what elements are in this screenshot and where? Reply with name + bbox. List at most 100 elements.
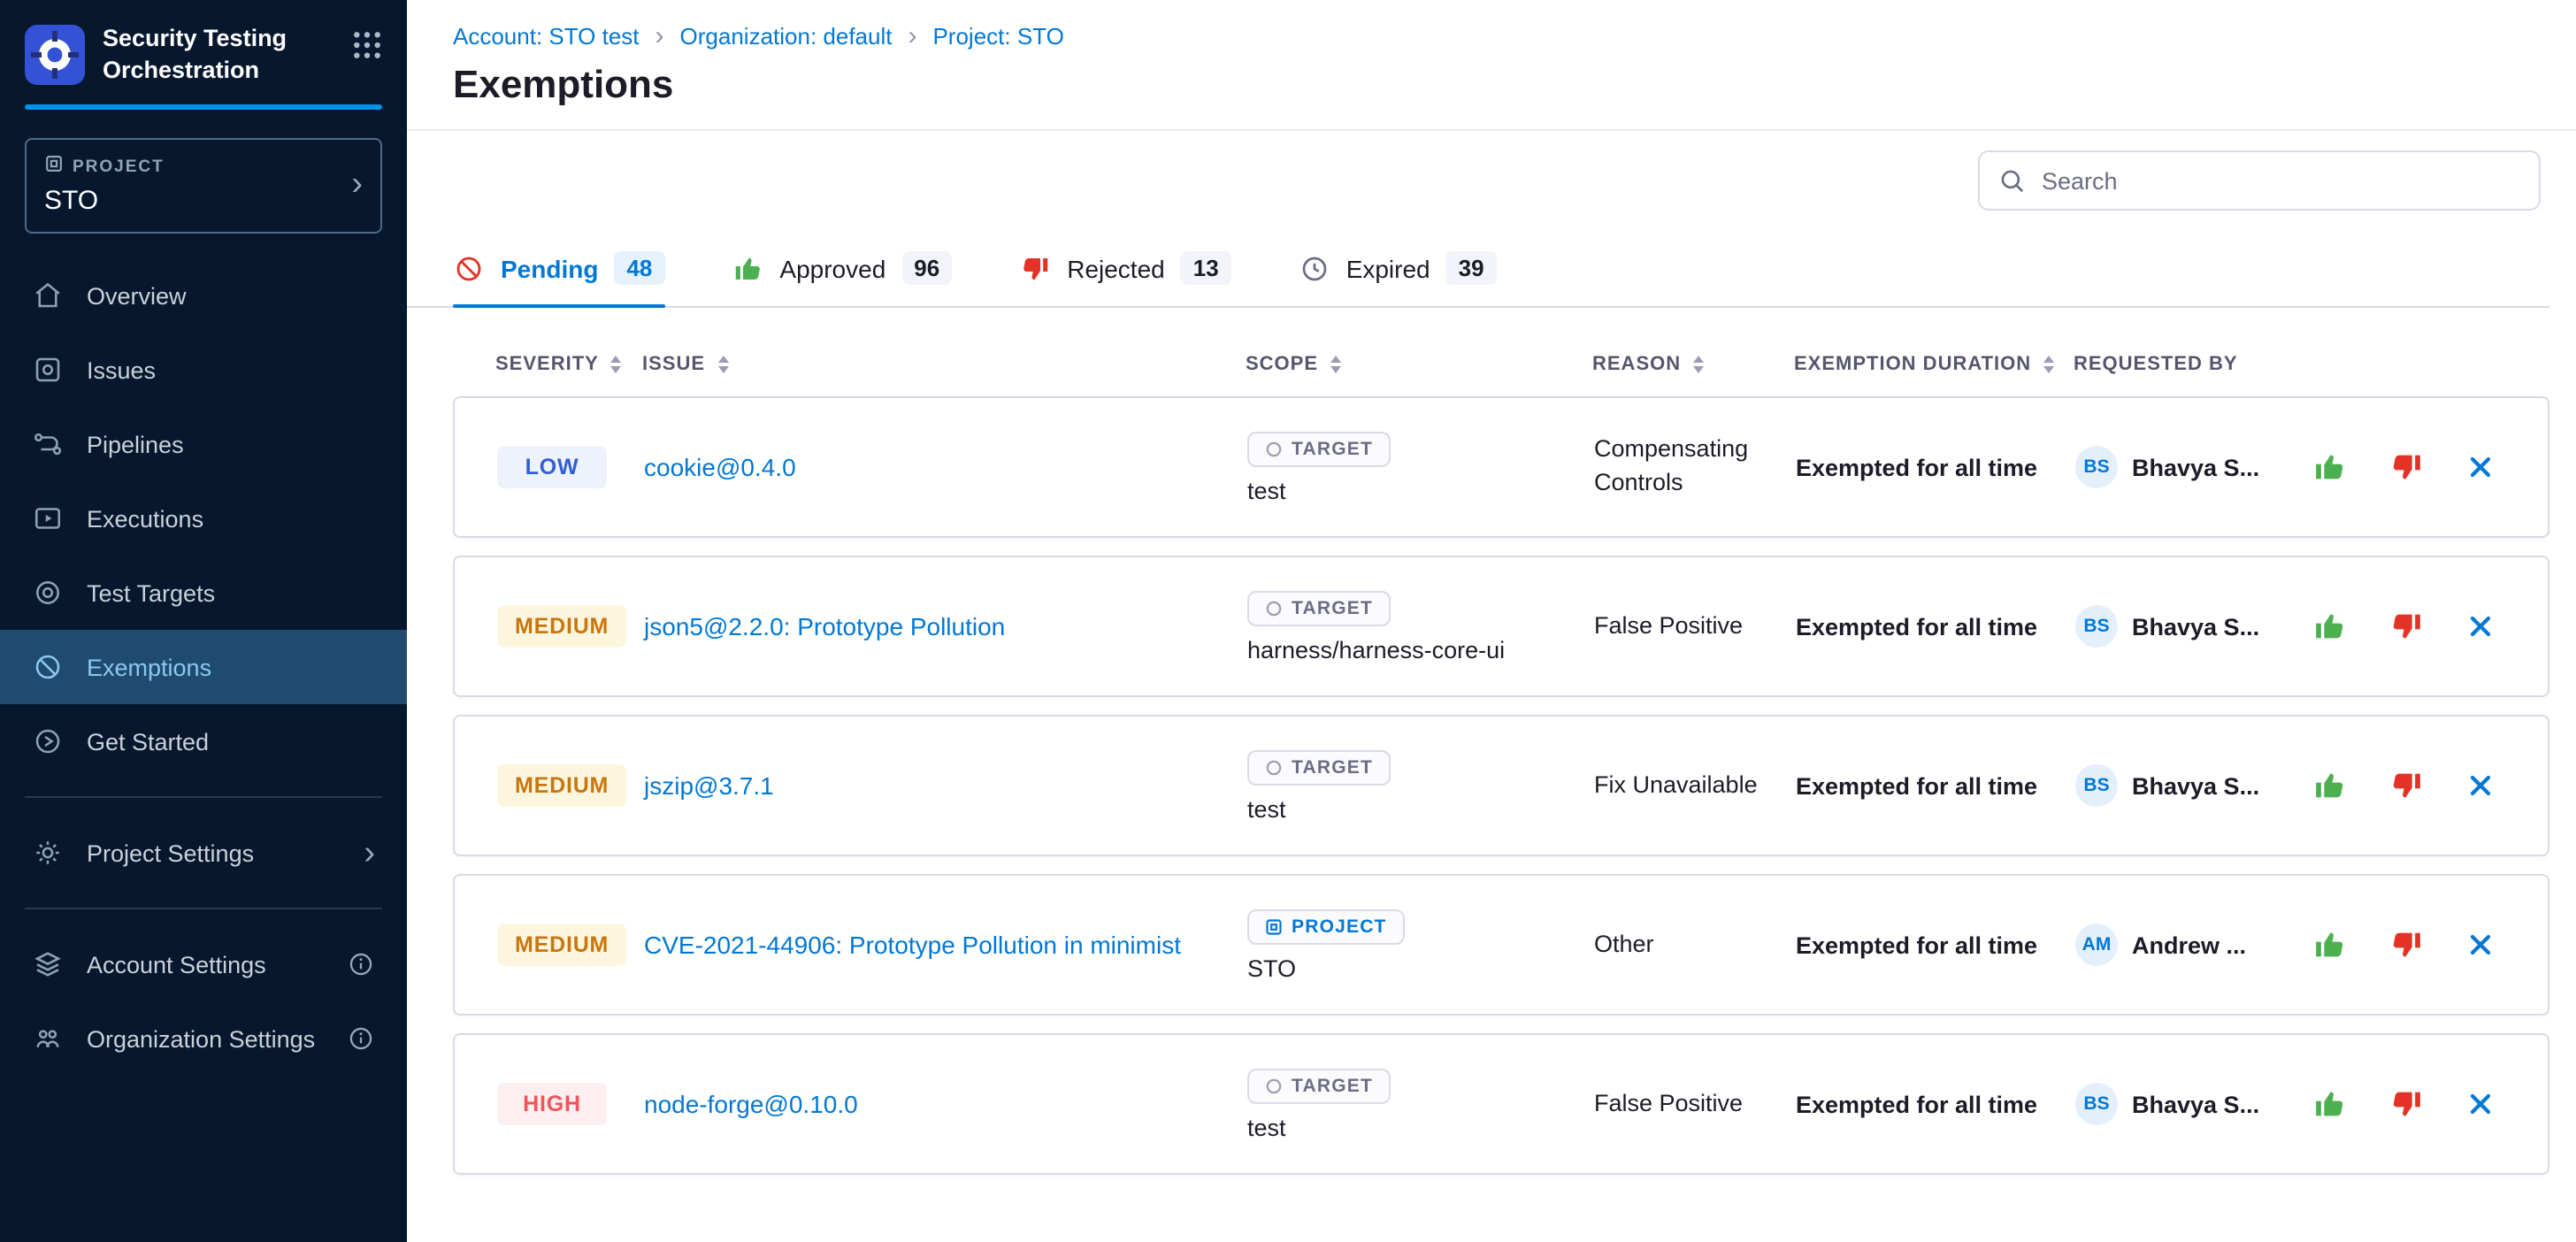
- module-accent-bar: [25, 104, 382, 110]
- tab-expired[interactable]: Expired 39: [1299, 230, 1497, 306]
- requester-name: Andrew ...: [2132, 932, 2246, 958]
- search-box[interactable]: [1978, 150, 2541, 211]
- project-label: PROJECT: [44, 154, 363, 179]
- module-grid-icon[interactable]: [352, 30, 382, 60]
- tab-approved[interactable]: Approved 96: [732, 230, 952, 306]
- tab-pending[interactable]: Pending 48: [453, 230, 664, 306]
- column-header-exemption-duration: EXEMPTION DURATION: [1794, 354, 2074, 375]
- scope-pill-project: PROJECT: [1247, 908, 1405, 944]
- sort-toggle[interactable]: [2043, 356, 2054, 374]
- project-tag-icon: [44, 154, 64, 179]
- close-icon[interactable]: [2465, 1088, 2496, 1120]
- breadcrumb-organization-link[interactable]: Organization: default: [680, 23, 893, 50]
- clock-icon: [1299, 252, 1330, 284]
- approve-button[interactable]: [2312, 449, 2348, 485]
- exemption-duration: Exempted for all time: [1796, 772, 2075, 799]
- issue-link[interactable]: node-forge@0.10.0: [644, 1086, 883, 1123]
- tab-rejected[interactable]: Rejected 13: [1019, 230, 1230, 306]
- thumbs-down-icon: [1019, 252, 1051, 284]
- column-header-reason: REASON: [1592, 354, 1794, 375]
- requested-by: BS Bhavya S...: [2075, 446, 2309, 488]
- approve-button[interactable]: [2312, 1086, 2348, 1122]
- requester-name: Bhavya S...: [2132, 454, 2259, 480]
- severity-badge: MEDIUM: [497, 764, 626, 807]
- scope-value: STO: [1247, 954, 1296, 981]
- approve-button[interactable]: [2312, 609, 2348, 644]
- sidebar-item-pipelines[interactable]: Pipelines: [0, 407, 407, 481]
- avatar: BS: [2075, 1083, 2118, 1125]
- close-icon[interactable]: [2465, 770, 2496, 801]
- reason: False Positive: [1594, 1087, 1796, 1121]
- chevron-right-icon: ›: [656, 23, 664, 50]
- tab-count: 48: [614, 251, 664, 285]
- sort-toggle[interactable]: [1330, 356, 1341, 374]
- table-row: LOW cookie@0.4.0 TARGET test Compensatin…: [453, 396, 2549, 538]
- sidebar-item-project-settings[interactable]: Project Settings ›: [0, 816, 407, 890]
- sidebar-item-test-targets[interactable]: Test Targets: [0, 556, 407, 630]
- approve-button[interactable]: [2312, 927, 2348, 962]
- reject-button[interactable]: [2388, 927, 2424, 962]
- severity-badge: MEDIUM: [497, 924, 626, 966]
- approve-button[interactable]: [2312, 768, 2348, 803]
- sort-toggle[interactable]: [717, 356, 728, 374]
- target-icon: [32, 577, 64, 609]
- target-icon: [1265, 440, 1283, 457]
- table-row: MEDIUM CVE-2021-44906: Prototype Polluti…: [453, 874, 2549, 1016]
- sidebar-item-exemptions[interactable]: Exemptions: [0, 630, 407, 704]
- reject-button[interactable]: [2388, 609, 2424, 644]
- table-row: MEDIUM json5@2.2.0: Prototype Pollution …: [453, 556, 2549, 697]
- sort-toggle[interactable]: [611, 356, 622, 374]
- column-header-severity: SEVERITY: [453, 354, 642, 375]
- sort-toggle[interactable]: [1693, 356, 1704, 374]
- issue-link[interactable]: cookie@0.4.0: [644, 449, 821, 486]
- home-icon: [32, 280, 64, 311]
- scope-value: test: [1247, 1114, 1286, 1140]
- tab-bar: Pending 48 Approved 96 Rejected 13 Expir…: [407, 230, 2549, 308]
- sidebar-header: Security Testing Orchestration: [0, 0, 407, 104]
- scope-value: test: [1247, 477, 1286, 503]
- breadcrumb-account-link[interactable]: Account: STO test: [453, 23, 640, 50]
- sidebar-item-issues[interactable]: Issues: [0, 333, 407, 407]
- severity-badge: MEDIUM: [497, 605, 626, 648]
- executions-icon: [32, 502, 64, 534]
- close-icon[interactable]: [2465, 451, 2496, 483]
- exemption-duration: Exempted for all time: [1796, 454, 2075, 480]
- table-row: MEDIUM jszip@3.7.1 TARGET test Fix Unava…: [453, 715, 2549, 856]
- sidebar-item-organization-settings[interactable]: Organization Settings: [0, 1001, 407, 1076]
- reject-button[interactable]: [2388, 1086, 2424, 1122]
- info-icon[interactable]: [347, 1024, 375, 1053]
- exemptions-table: SEVERITY ISSUE SCOPE REASON EXEMPTION DU…: [453, 333, 2549, 1192]
- search-icon: [1997, 165, 2028, 196]
- exemption-duration: Exempted for all time: [1796, 932, 2075, 958]
- sidebar-item-get-started[interactable]: Get Started: [0, 704, 407, 778]
- harness-logo[interactable]: [25, 24, 85, 84]
- main-content: Account: STO test › Organization: defaul…: [407, 0, 2576, 1242]
- issue-link[interactable]: jszip@3.7.1: [644, 768, 799, 804]
- breadcrumb: Account: STO test › Organization: defaul…: [453, 23, 2534, 50]
- close-icon[interactable]: [2465, 929, 2496, 961]
- tab-count: 96: [901, 251, 952, 285]
- gear-icon: [32, 837, 64, 869]
- close-icon[interactable]: [2465, 610, 2496, 642]
- column-header-scope: SCOPE: [1214, 354, 1592, 375]
- reject-button[interactable]: [2388, 768, 2424, 803]
- requested-by: BS Bhavya S...: [2075, 605, 2309, 648]
- reject-button[interactable]: [2388, 449, 2424, 485]
- sidebar-item-account-settings[interactable]: Account Settings: [0, 927, 407, 1001]
- exemption-duration: Exempted for all time: [1796, 613, 2075, 640]
- issue-link[interactable]: CVE-2021-44906: Prototype Pollution in m…: [644, 927, 1206, 963]
- issue-link[interactable]: json5@2.2.0: Prototype Pollution: [644, 609, 1030, 645]
- tab-count: 39: [1446, 251, 1497, 285]
- thumbs-up-icon: [732, 252, 763, 284]
- sidebar-item-executions[interactable]: Executions: [0, 481, 407, 556]
- project-selector[interactable]: PROJECT STO ›: [25, 138, 382, 234]
- breadcrumb-project-link[interactable]: Project: STO: [932, 23, 1063, 50]
- reason: Other: [1594, 928, 1796, 962]
- search-input[interactable]: [2042, 167, 2521, 194]
- severity-badge: LOW: [497, 446, 607, 488]
- scope-value: test: [1247, 795, 1286, 822]
- sidebar-item-overview[interactable]: Overview: [0, 258, 407, 333]
- chevron-right-icon: ›: [908, 23, 916, 50]
- chevron-right-icon: ›: [364, 836, 375, 870]
- info-icon[interactable]: [347, 950, 375, 978]
